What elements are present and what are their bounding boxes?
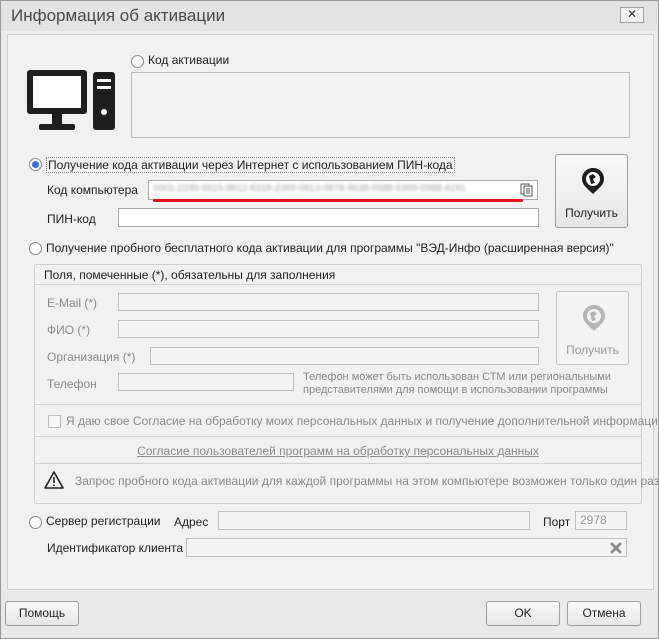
required-note: Поля, помеченные (*), обязательны для за…	[44, 268, 336, 282]
client-id-input[interactable]	[186, 538, 627, 557]
pin-label: ПИН-код	[47, 212, 96, 226]
consent-label: Я даю свое Согласие на обработку моих пе…	[66, 414, 659, 428]
title-bar: Информация об активации ✕	[1, 1, 658, 31]
warning-text: Запрос пробного кода активации для каждо…	[75, 474, 659, 488]
internet-activation-label: Получение кода активации через Интернет …	[46, 157, 455, 173]
internet-activation-radio[interactable]	[29, 158, 42, 171]
footer-bar: Помощь OK Отмена	[1, 591, 658, 638]
internet-get-label: Получить	[565, 206, 618, 220]
globe-pin-icon-disabled	[583, 305, 605, 331]
computer-code-label: Код компьютера	[47, 183, 138, 197]
close-button[interactable]: ✕	[620, 7, 644, 23]
phone-note: Телефон может быть использован СТМ или р…	[303, 371, 611, 396]
warning-icon	[44, 471, 64, 489]
clear-icon[interactable]	[610, 542, 622, 554]
client-id-label: Идентификатор клиента	[47, 541, 184, 555]
ok-button[interactable]: OK	[486, 601, 560, 626]
red-underline	[153, 199, 523, 202]
trial-get-button[interactable]: Получить	[556, 291, 629, 365]
cancel-button[interactable]: Отмена	[567, 601, 641, 626]
email-label: E-Mail (*)	[47, 296, 97, 310]
phone-input[interactable]	[118, 373, 294, 391]
address-input[interactable]	[218, 511, 530, 530]
port-label: Порт	[543, 515, 571, 529]
trial-divider-mid	[35, 404, 641, 405]
trial-panel: Поля, помеченные (*), обязательны для за…	[34, 264, 659, 504]
server-label: Сервер регистрации	[46, 514, 161, 528]
fio-input[interactable]	[118, 320, 539, 338]
help-button[interactable]: Помощь	[5, 601, 79, 626]
server-radio[interactable]	[29, 516, 42, 529]
address-label: Адрес	[174, 515, 209, 529]
trial-activation-label: Получение пробного бесплатного кода акти…	[46, 241, 614, 255]
window-title: Информация об активации	[11, 6, 226, 25]
dialog-body: Код активации Получение кода активации ч…	[7, 34, 659, 590]
email-input[interactable]	[118, 293, 539, 311]
trial-divider-bottom	[35, 463, 641, 464]
consent-checkbox[interactable]	[48, 415, 61, 428]
activation-code-label: Код активации	[148, 53, 230, 67]
consent-link[interactable]: Согласие пользователей программ на обраб…	[35, 444, 641, 458]
activation-dialog: Информация об активации ✕ Код активации …	[0, 0, 659, 639]
trial-get-label: Получить	[566, 343, 619, 357]
port-input[interactable]: 2978	[575, 511, 627, 530]
trial-activation-radio[interactable]	[29, 242, 42, 255]
globe-pin-icon	[582, 168, 604, 194]
fio-label: ФИО (*)	[47, 323, 91, 337]
trial-divider-low	[35, 436, 641, 437]
internet-get-button[interactable]: Получить	[555, 154, 628, 228]
activation-code-radio[interactable]	[131, 55, 144, 68]
computer-code-field[interactable]: 0001-2239-5515-9812-8318-2399-0813-0878-…	[148, 180, 538, 200]
copy-icon[interactable]	[520, 183, 534, 197]
organization-input[interactable]	[150, 347, 539, 365]
pin-input[interactable]	[118, 208, 539, 227]
activation-code-textarea[interactable]	[131, 72, 630, 138]
trial-divider-top	[35, 284, 641, 285]
computer-icon	[27, 70, 115, 130]
computer-code-value: 0001-2239-5515-9812-8318-2399-0813-0878-…	[153, 183, 466, 194]
organization-label: Организация (*)	[47, 350, 136, 364]
phone-label: Телефон	[47, 377, 97, 391]
